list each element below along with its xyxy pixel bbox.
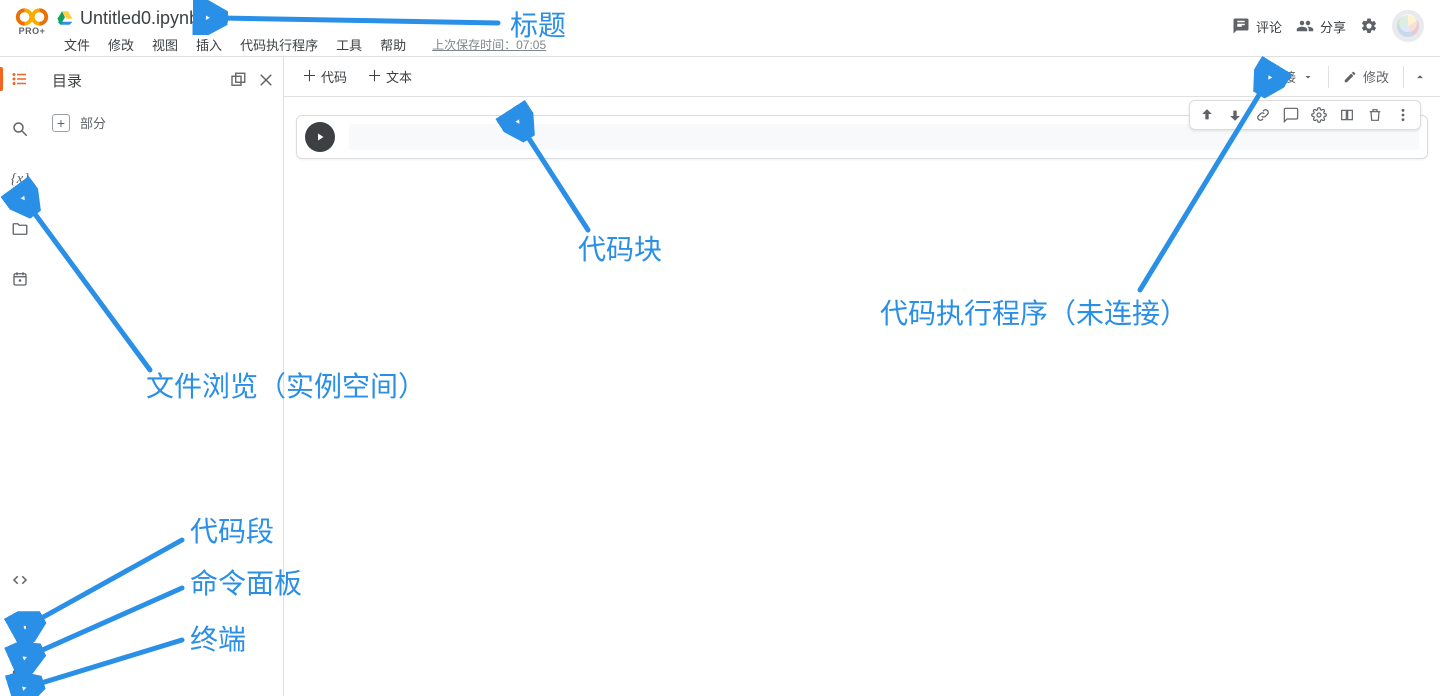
popout-icon[interactable] [229, 71, 247, 89]
rail-toc-button[interactable] [0, 65, 40, 93]
arrow-up-icon [1199, 107, 1215, 123]
last-save-time[interactable]: 上次保存时间：07:05 [424, 34, 554, 55]
avatar[interactable] [1392, 10, 1424, 42]
rail-terminal-button[interactable] [0, 662, 40, 690]
add-code-label: 代码 [321, 67, 347, 86]
header: PRO+ Untitled0.ipynb 文件 修改 视图 插入 代码执行程序 … [0, 0, 1440, 56]
toc-body: + 部分 [40, 103, 283, 142]
folder-icon [11, 220, 29, 238]
main: ＋ 代码 ＋ 文本 连接 修改 [284, 57, 1440, 696]
notebook-area [284, 97, 1440, 696]
menu-runtime[interactable]: 代码执行程序 [232, 33, 326, 56]
edit-label: 修改 [1363, 67, 1389, 86]
comment-icon [1283, 107, 1299, 123]
cell-comment-button[interactable] [1278, 102, 1304, 128]
rail-top: {x} [0, 65, 40, 293]
menu-edit[interactable]: 修改 [100, 33, 142, 56]
plus-icon: ＋ [367, 69, 382, 84]
gear-icon [1311, 107, 1327, 123]
pencil-icon [1343, 70, 1357, 84]
rail-search-button[interactable] [0, 115, 40, 143]
menu-view[interactable]: 视图 [144, 33, 186, 56]
calendar-icon [11, 270, 29, 288]
header-right: 评论 分享 [1232, 10, 1424, 42]
plus-box-icon: + [52, 114, 70, 132]
list-icon [11, 70, 29, 88]
document-title[interactable]: Untitled0.ipynb [80, 8, 199, 29]
toc-title: 目录 [52, 70, 229, 91]
toc-sidebar: 目录 + 部分 [40, 57, 284, 696]
cell-move-down-button[interactable] [1222, 102, 1248, 128]
cell-more-button[interactable] [1390, 102, 1416, 128]
rail-snippets-button[interactable] [0, 566, 40, 594]
menu-insert[interactable]: 插入 [188, 33, 230, 56]
link-icon [1255, 107, 1271, 123]
cell-link-button[interactable] [1250, 102, 1276, 128]
share-icon [1296, 17, 1314, 35]
cell-settings-button[interactable] [1306, 102, 1332, 128]
notebook-toolbar: ＋ 代码 ＋ 文本 连接 修改 [284, 57, 1440, 97]
variables-icon: {x} [11, 171, 30, 188]
share-button[interactable]: 分享 [1296, 17, 1346, 36]
menu-bar: 文件 修改 视图 插入 代码执行程序 工具 帮助 上次保存时间：07:05 [56, 32, 1232, 56]
body: {x} 目录 [0, 57, 1440, 696]
connect-label: 连接 [1270, 67, 1296, 86]
arrow-down-icon [1227, 107, 1243, 123]
gear-icon [1360, 17, 1378, 35]
terminal-icon [11, 667, 29, 685]
collapse-toolbar-button[interactable] [1408, 65, 1432, 89]
toc-header-icons [229, 71, 275, 89]
menu-help[interactable]: 帮助 [372, 33, 414, 56]
edit-button[interactable]: 修改 [1333, 63, 1399, 90]
title-row: Untitled0.ipynb [56, 4, 1232, 32]
toc-add-section[interactable]: + 部分 [52, 113, 271, 132]
settings-button[interactable] [1360, 17, 1378, 35]
cell-delete-button[interactable] [1362, 102, 1388, 128]
add-text-button[interactable]: ＋ 文本 [357, 63, 422, 90]
cell-move-up-button[interactable] [1194, 102, 1220, 128]
add-text-label: 文本 [386, 67, 412, 86]
pro-tag: PRO+ [19, 26, 46, 36]
rail-command-palette-button[interactable] [0, 614, 40, 642]
add-code-button[interactable]: ＋ 代码 [292, 63, 357, 90]
play-icon [314, 131, 326, 143]
code-cell[interactable] [296, 115, 1428, 159]
plus-icon: ＋ [302, 69, 317, 84]
caret-down-icon [1302, 71, 1314, 83]
more-vert-icon [1395, 107, 1411, 123]
rail-bottom [0, 566, 40, 696]
search-icon [11, 120, 29, 138]
comment-button[interactable]: 评论 [1232, 17, 1282, 36]
toolbar-separator [1403, 66, 1404, 88]
menu-file[interactable]: 文件 [56, 33, 98, 56]
rail-files-button[interactable] [0, 215, 40, 243]
rail-variables-button[interactable]: {x} [0, 165, 40, 193]
google-drive-icon [56, 9, 74, 27]
cell-mirror-button[interactable] [1334, 102, 1360, 128]
toolbar-separator [1328, 66, 1329, 88]
header-center: Untitled0.ipynb 文件 修改 视图 插入 代码执行程序 工具 帮助… [56, 4, 1232, 56]
trash-icon [1367, 107, 1383, 123]
close-icon[interactable] [257, 71, 275, 89]
colab-logo[interactable]: PRO+ [8, 6, 56, 36]
share-label: 分享 [1320, 17, 1346, 36]
command-palette-icon [11, 619, 29, 637]
cell-toolbar [1189, 100, 1421, 130]
toc-header: 目录 [40, 57, 283, 103]
mirror-icon [1339, 107, 1355, 123]
code-icon [11, 571, 29, 589]
connect-dropdown[interactable]: 连接 [1260, 63, 1324, 90]
run-cell-button[interactable] [305, 122, 335, 152]
comment-icon [1232, 17, 1250, 35]
menu-tools[interactable]: 工具 [328, 33, 370, 56]
colab-logo-icon [14, 6, 50, 28]
rail-scheduler-button[interactable] [0, 265, 40, 293]
comment-label: 评论 [1256, 17, 1282, 36]
chevron-up-icon [1413, 70, 1427, 84]
toc-add-section-label: 部分 [80, 113, 106, 132]
left-rail: {x} [0, 57, 40, 696]
